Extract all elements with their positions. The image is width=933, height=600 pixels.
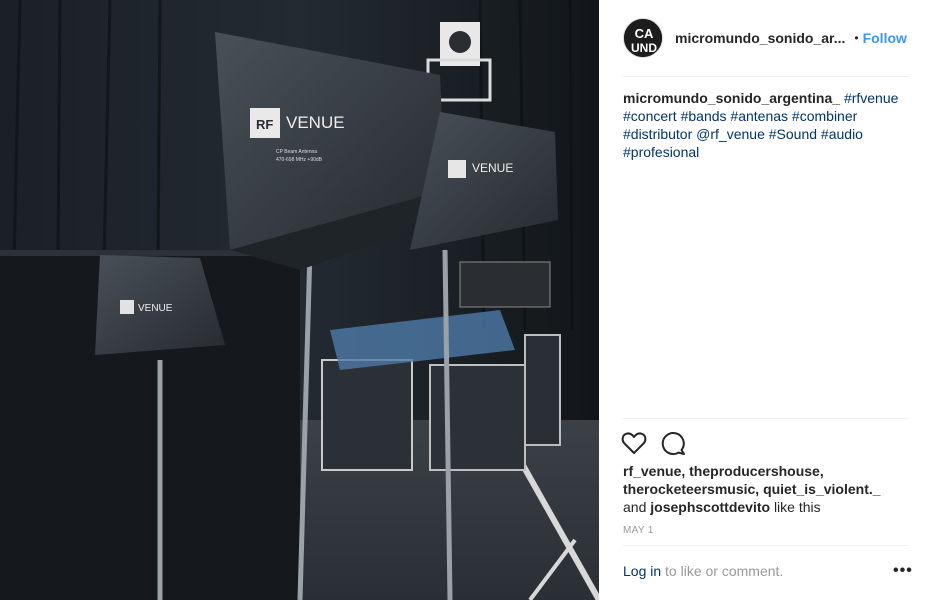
more-options-button[interactable]: ••• bbox=[893, 562, 913, 580]
likes-suffix: like this bbox=[773, 499, 821, 515]
post-side-panel: CA UND micromundo_sonido_ar... • Follow … bbox=[599, 0, 933, 600]
liker-name-last[interactable]: josephscottdevito bbox=[650, 499, 770, 515]
stage-photo-illustration: RF VENUE CP Beam Antenna 470-698 MHz +90… bbox=[0, 0, 599, 600]
hashtag-link[interactable]: #bands bbox=[681, 108, 727, 124]
post-photo[interactable]: RF VENUE CP Beam Antenna 470-698 MHz +90… bbox=[0, 0, 599, 600]
comment-button[interactable] bbox=[659, 428, 689, 458]
hashtag-link[interactable]: #antenas bbox=[730, 108, 788, 124]
post-caption: micromundo_sonido_argentina_ #rfvenue #c… bbox=[623, 89, 913, 161]
heart-icon bbox=[621, 432, 647, 454]
hashtag-link[interactable]: #audio bbox=[821, 126, 863, 142]
caption-author-link[interactable]: micromundo_sonido_argentina_ bbox=[623, 90, 840, 106]
svg-text:UND: UND bbox=[631, 41, 657, 55]
comment-icon bbox=[661, 432, 685, 456]
likes-and-word: and bbox=[623, 499, 647, 515]
author-username[interactable]: micromundo_sonido_ar... bbox=[675, 30, 845, 46]
hashtag-link[interactable]: #combiner bbox=[792, 108, 857, 124]
hashtag-link[interactable]: #rfvenue bbox=[844, 90, 898, 106]
venue-word-large: VENUE bbox=[286, 113, 345, 132]
post-date[interactable]: MAY 1 bbox=[623, 525, 654, 536]
footer-divider bbox=[623, 545, 909, 546]
actions-divider bbox=[623, 418, 909, 419]
liker-names-line2[interactable]: therocketeersmusic, quiet_is_violent._ bbox=[623, 481, 881, 497]
separator-dot: • bbox=[854, 31, 859, 45]
hashtag-link[interactable]: #profesional bbox=[623, 144, 699, 160]
follow-button[interactable]: Follow bbox=[863, 30, 907, 46]
like-button[interactable] bbox=[619, 428, 649, 458]
avatar-logo-icon: CA UND bbox=[624, 19, 662, 57]
rf-badge-large: RF bbox=[256, 117, 273, 132]
hashtag-link[interactable]: #Sound bbox=[769, 126, 817, 142]
product-line-large: CP Beam Antenna bbox=[276, 149, 317, 155]
likes-summary: rf_venue, theproducershouse, therocketee… bbox=[623, 462, 913, 516]
login-prompt-text: to like or comment. bbox=[661, 563, 784, 579]
post-header: CA UND micromundo_sonido_ar... • Follow bbox=[623, 17, 909, 59]
hashtag-link[interactable]: #distributor bbox=[623, 126, 692, 142]
hashtag-link[interactable]: #concert bbox=[623, 108, 677, 124]
svg-text:CA: CA bbox=[635, 26, 654, 41]
avatar[interactable]: CA UND bbox=[623, 18, 663, 58]
freq-line-large: 470-698 MHz +90dB bbox=[276, 157, 323, 163]
login-prompt: Log in to like or comment. bbox=[623, 563, 913, 579]
venue-word-medium: VENUE bbox=[472, 161, 513, 175]
venue-word-small: VENUE bbox=[138, 303, 173, 314]
header-divider bbox=[623, 76, 909, 77]
post-actions bbox=[619, 428, 699, 458]
mention-link[interactable]: @rf_venue bbox=[696, 126, 765, 142]
login-link[interactable]: Log in bbox=[623, 563, 661, 579]
liker-names-line1[interactable]: rf_venue, theproducershouse, bbox=[623, 463, 824, 479]
